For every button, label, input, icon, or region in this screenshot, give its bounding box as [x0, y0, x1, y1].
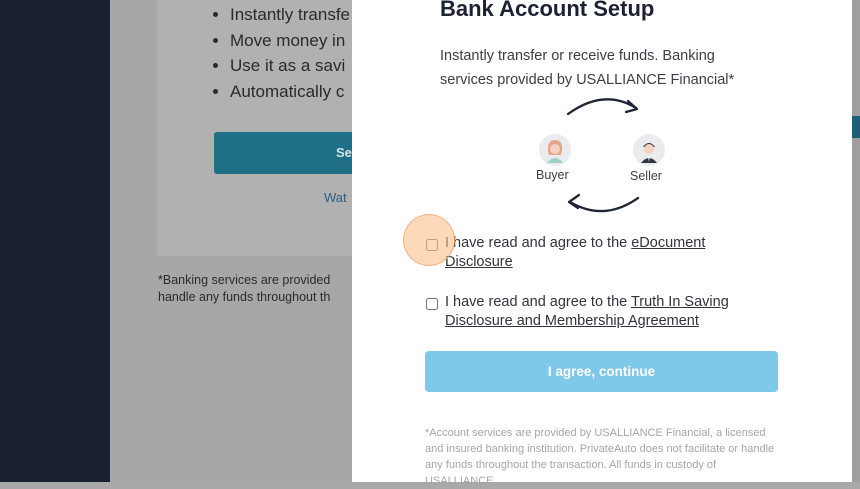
buyer-avatar-icon: [539, 134, 571, 166]
click-indicator: [403, 214, 455, 266]
background-bullet: Use it as a savi: [230, 53, 350, 79]
background-feature-list: Instantly transfe Move money in Use it a…: [210, 2, 350, 104]
background-right-button: [852, 116, 860, 138]
modal-title: Bank Account Setup: [440, 0, 655, 21]
background-right-edge: [852, 0, 860, 482]
background-note: *Banking services are provided handle an…: [158, 272, 330, 306]
background-note-line: *Banking services are provided: [158, 273, 331, 287]
background-note-line: handle any funds throughout th: [158, 290, 331, 304]
consent-prefix: I have read and agree to the: [445, 235, 632, 251]
seller-label: Seller: [630, 169, 662, 183]
background-bullet: Automatically c: [230, 79, 350, 105]
transfer-diagram: Buyer Seller: [532, 92, 672, 218]
truth-in-saving-checkbox[interactable]: [426, 298, 438, 310]
buyer-label: Buyer: [536, 168, 569, 182]
consent-prefix: I have read and agree to the: [445, 294, 631, 310]
background-watch-link: Wat: [324, 190, 347, 205]
truth-in-saving-consent-text: I have read and agree to the Truth In Sa…: [445, 293, 775, 331]
agree-continue-button[interactable]: I agree, continue: [425, 351, 778, 392]
background-button-label: Se: [336, 145, 352, 160]
background-bullet: Move money in: [230, 28, 350, 54]
seller-avatar-icon: [633, 134, 665, 166]
background-bullet: Instantly transfe: [230, 2, 350, 28]
account-services-disclaimer: *Account services are provided by USALLI…: [425, 427, 775, 487]
app-sidebar: [0, 0, 110, 482]
modal-intro: Instantly transfer or receive funds. Ban…: [440, 48, 735, 88]
edocument-consent-text: I have read and agree to the eDocument D…: [445, 234, 775, 272]
